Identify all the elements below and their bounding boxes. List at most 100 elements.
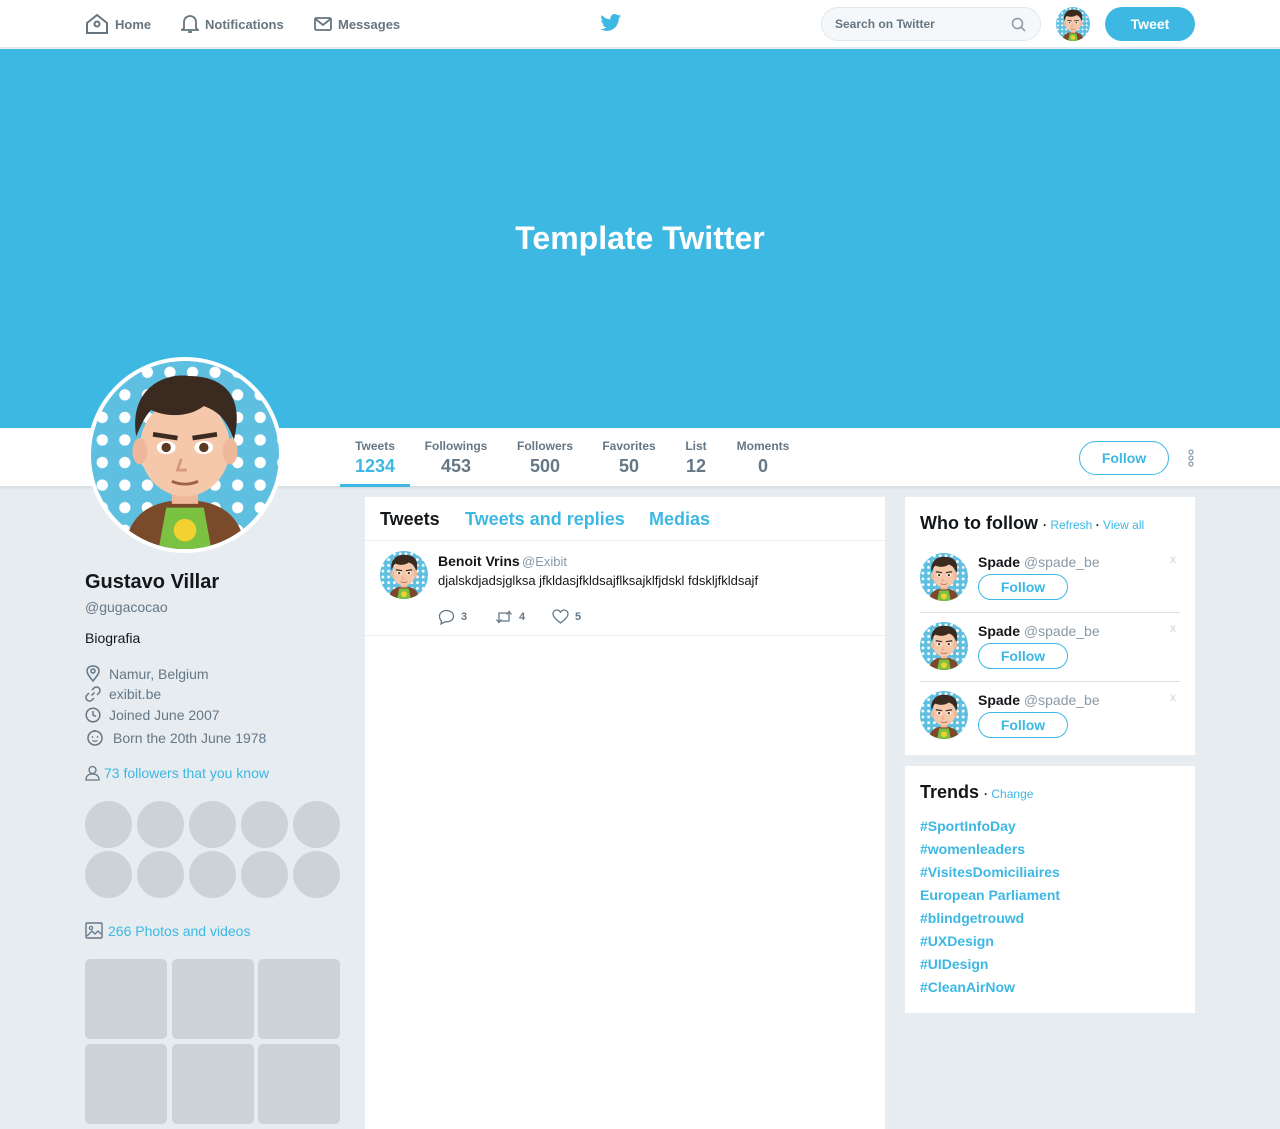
follower-thumb[interactable] xyxy=(137,851,184,898)
tweet-author-name[interactable]: Benoit Vrins xyxy=(438,553,520,569)
search-input[interactable]: Search on Twitter xyxy=(821,7,1041,41)
stat-value: 1234 xyxy=(354,456,396,476)
suggested-user[interactable]: Spade @spade_be x Follow xyxy=(920,544,1180,613)
stat-moments[interactable]: Moments 0 xyxy=(731,428,795,487)
follower-thumb[interactable] xyxy=(85,851,132,898)
trend-item[interactable]: #SportInfoDay xyxy=(920,818,1016,834)
suggested-user[interactable]: Spade @spade_be x Follow xyxy=(920,613,1180,682)
dismiss-close-icon[interactable]: x xyxy=(1170,621,1176,635)
suggested-user-name: Spade xyxy=(978,623,1021,639)
joined-text: Joined June 2007 xyxy=(109,707,220,723)
who-to-follow-card: Who to follow · Refresh · View all Spade… xyxy=(905,497,1195,755)
photo-thumb[interactable] xyxy=(172,959,254,1039)
follower-thumb[interactable] xyxy=(241,851,288,898)
suggested-user-handle: @spade_be xyxy=(1023,554,1100,570)
follower-thumb[interactable] xyxy=(137,801,184,848)
trend-item[interactable]: #VisitesDomiciliaires xyxy=(920,864,1060,880)
follower-thumb[interactable] xyxy=(241,801,288,848)
stat-favorites[interactable]: Favorites 50 xyxy=(597,428,661,487)
suggested-user-avatar[interactable] xyxy=(920,622,968,670)
suggested-user[interactable]: Spade @spade_be x Follow xyxy=(920,682,1180,751)
trends-header: Trends · Change xyxy=(920,782,1033,803)
tab-medias[interactable]: Medias xyxy=(649,509,710,530)
tweet-item[interactable]: Benoit Vrins @Exibit djalskdjadsjglksa j… xyxy=(365,541,885,636)
profile-birthday: Born the 20th June 1978 xyxy=(85,729,266,746)
nav-notifications[interactable]: Notifications xyxy=(181,0,284,48)
timeline: Tweets Tweets and replies Medias Benoit … xyxy=(365,497,885,1129)
trend-item[interactable]: #blindgetrouwd xyxy=(920,910,1024,926)
dismiss-close-icon[interactable]: x xyxy=(1170,690,1176,704)
trends-title: Trends xyxy=(920,782,980,802)
dismiss-close-icon[interactable]: x xyxy=(1170,552,1176,566)
change-link[interactable]: Change xyxy=(991,787,1033,801)
tweet-author-handle[interactable]: @Exibit xyxy=(522,554,567,569)
more-options-icon[interactable] xyxy=(1187,449,1195,467)
suggested-follow-button[interactable]: Follow xyxy=(978,574,1068,600)
nav-messages[interactable]: Messages xyxy=(314,0,400,48)
stat-tweets[interactable]: Tweets 1234 xyxy=(340,428,410,487)
followers-you-know-link[interactable]: 73 followers that you know xyxy=(85,765,269,781)
location-text: Namur, Belgium xyxy=(109,665,209,682)
tab-tweets[interactable]: Tweets xyxy=(380,509,440,530)
suggested-follow-button[interactable]: Follow xyxy=(978,712,1068,738)
suggested-follow-button[interactable]: Follow xyxy=(978,643,1068,669)
search-placeholder: Search on Twitter xyxy=(835,17,935,31)
tweet-button[interactable]: Tweet xyxy=(1105,7,1195,41)
photos-videos-link[interactable]: 266 Photos and videos xyxy=(85,922,250,939)
stat-list[interactable]: List 12 xyxy=(678,428,714,487)
reply-count: 3 xyxy=(461,611,468,623)
photo-thumb[interactable] xyxy=(85,1044,167,1124)
refresh-link[interactable]: Refresh xyxy=(1050,518,1092,532)
photo-thumb[interactable] xyxy=(85,959,167,1039)
nav-notifications-label: Notifications xyxy=(205,16,284,32)
baby-face-icon xyxy=(87,729,103,746)
photo-thumb[interactable] xyxy=(172,1044,254,1124)
trend-item[interactable]: #CleanAirNow xyxy=(920,979,1015,995)
followers-you-know-text: 73 followers that you know xyxy=(104,765,269,781)
stat-value: 453 xyxy=(440,456,472,476)
twitter-bird-icon[interactable] xyxy=(600,13,622,33)
banner-title: Template Twitter xyxy=(515,220,765,256)
follower-thumb[interactable] xyxy=(85,801,132,848)
stat-label: Favorites xyxy=(602,439,656,453)
tweet-avatar[interactable] xyxy=(380,551,428,599)
suggested-user-name-row[interactable]: Spade @spade_be xyxy=(978,623,1100,639)
photos-videos-text: 266 Photos and videos xyxy=(108,922,251,939)
trend-item[interactable]: #UXDesign xyxy=(920,933,994,949)
separator-dot: · xyxy=(1095,518,1100,532)
profile-website[interactable]: exibit.be xyxy=(85,686,161,702)
who-to-follow-title: Who to follow xyxy=(920,513,1038,533)
trend-item[interactable]: #womenleaders xyxy=(920,841,1025,857)
nav-avatar[interactable] xyxy=(1056,7,1090,41)
trend-item[interactable]: European Parliament xyxy=(920,887,1060,903)
envelope-icon xyxy=(314,17,332,31)
trend-item[interactable]: #UIDesign xyxy=(920,956,988,972)
timeline-tabs: Tweets Tweets and replies Medias xyxy=(365,497,885,541)
search-icon[interactable] xyxy=(1011,17,1026,32)
follower-thumb[interactable] xyxy=(293,851,340,898)
suggested-user-avatar[interactable] xyxy=(920,691,968,739)
suggested-user-avatar[interactable] xyxy=(920,553,968,601)
tab-tweets-and-replies[interactable]: Tweets and replies xyxy=(465,509,625,530)
follower-thumb[interactable] xyxy=(189,801,236,848)
trends-card: Trends · Change #SportInfoDay #womenlead… xyxy=(905,766,1195,1013)
follower-thumb[interactable] xyxy=(189,851,236,898)
stat-followings[interactable]: Followings 453 xyxy=(420,428,492,487)
photo-thumb[interactable] xyxy=(258,1044,340,1124)
view-all-link[interactable]: View all xyxy=(1103,518,1144,532)
stat-followers[interactable]: Followers 500 xyxy=(510,428,580,487)
like-action[interactable]: 5 xyxy=(552,609,581,624)
stat-label: Followings xyxy=(424,439,488,453)
suggested-user-name-row[interactable]: Spade @spade_be xyxy=(978,554,1100,570)
link-icon xyxy=(85,686,101,702)
nav-home[interactable]: Home xyxy=(85,0,151,48)
reply-icon xyxy=(438,609,455,625)
photo-thumb[interactable] xyxy=(258,959,340,1039)
reply-action[interactable]: 3 xyxy=(438,609,467,625)
profile-bio: Biografia xyxy=(85,630,141,646)
profile-follow-button[interactable]: Follow xyxy=(1079,441,1169,475)
follower-thumb[interactable] xyxy=(293,801,340,848)
profile-avatar[interactable] xyxy=(87,357,283,553)
suggested-user-name-row[interactable]: Spade @spade_be xyxy=(978,692,1100,708)
retweet-action[interactable]: 4 xyxy=(495,609,525,625)
